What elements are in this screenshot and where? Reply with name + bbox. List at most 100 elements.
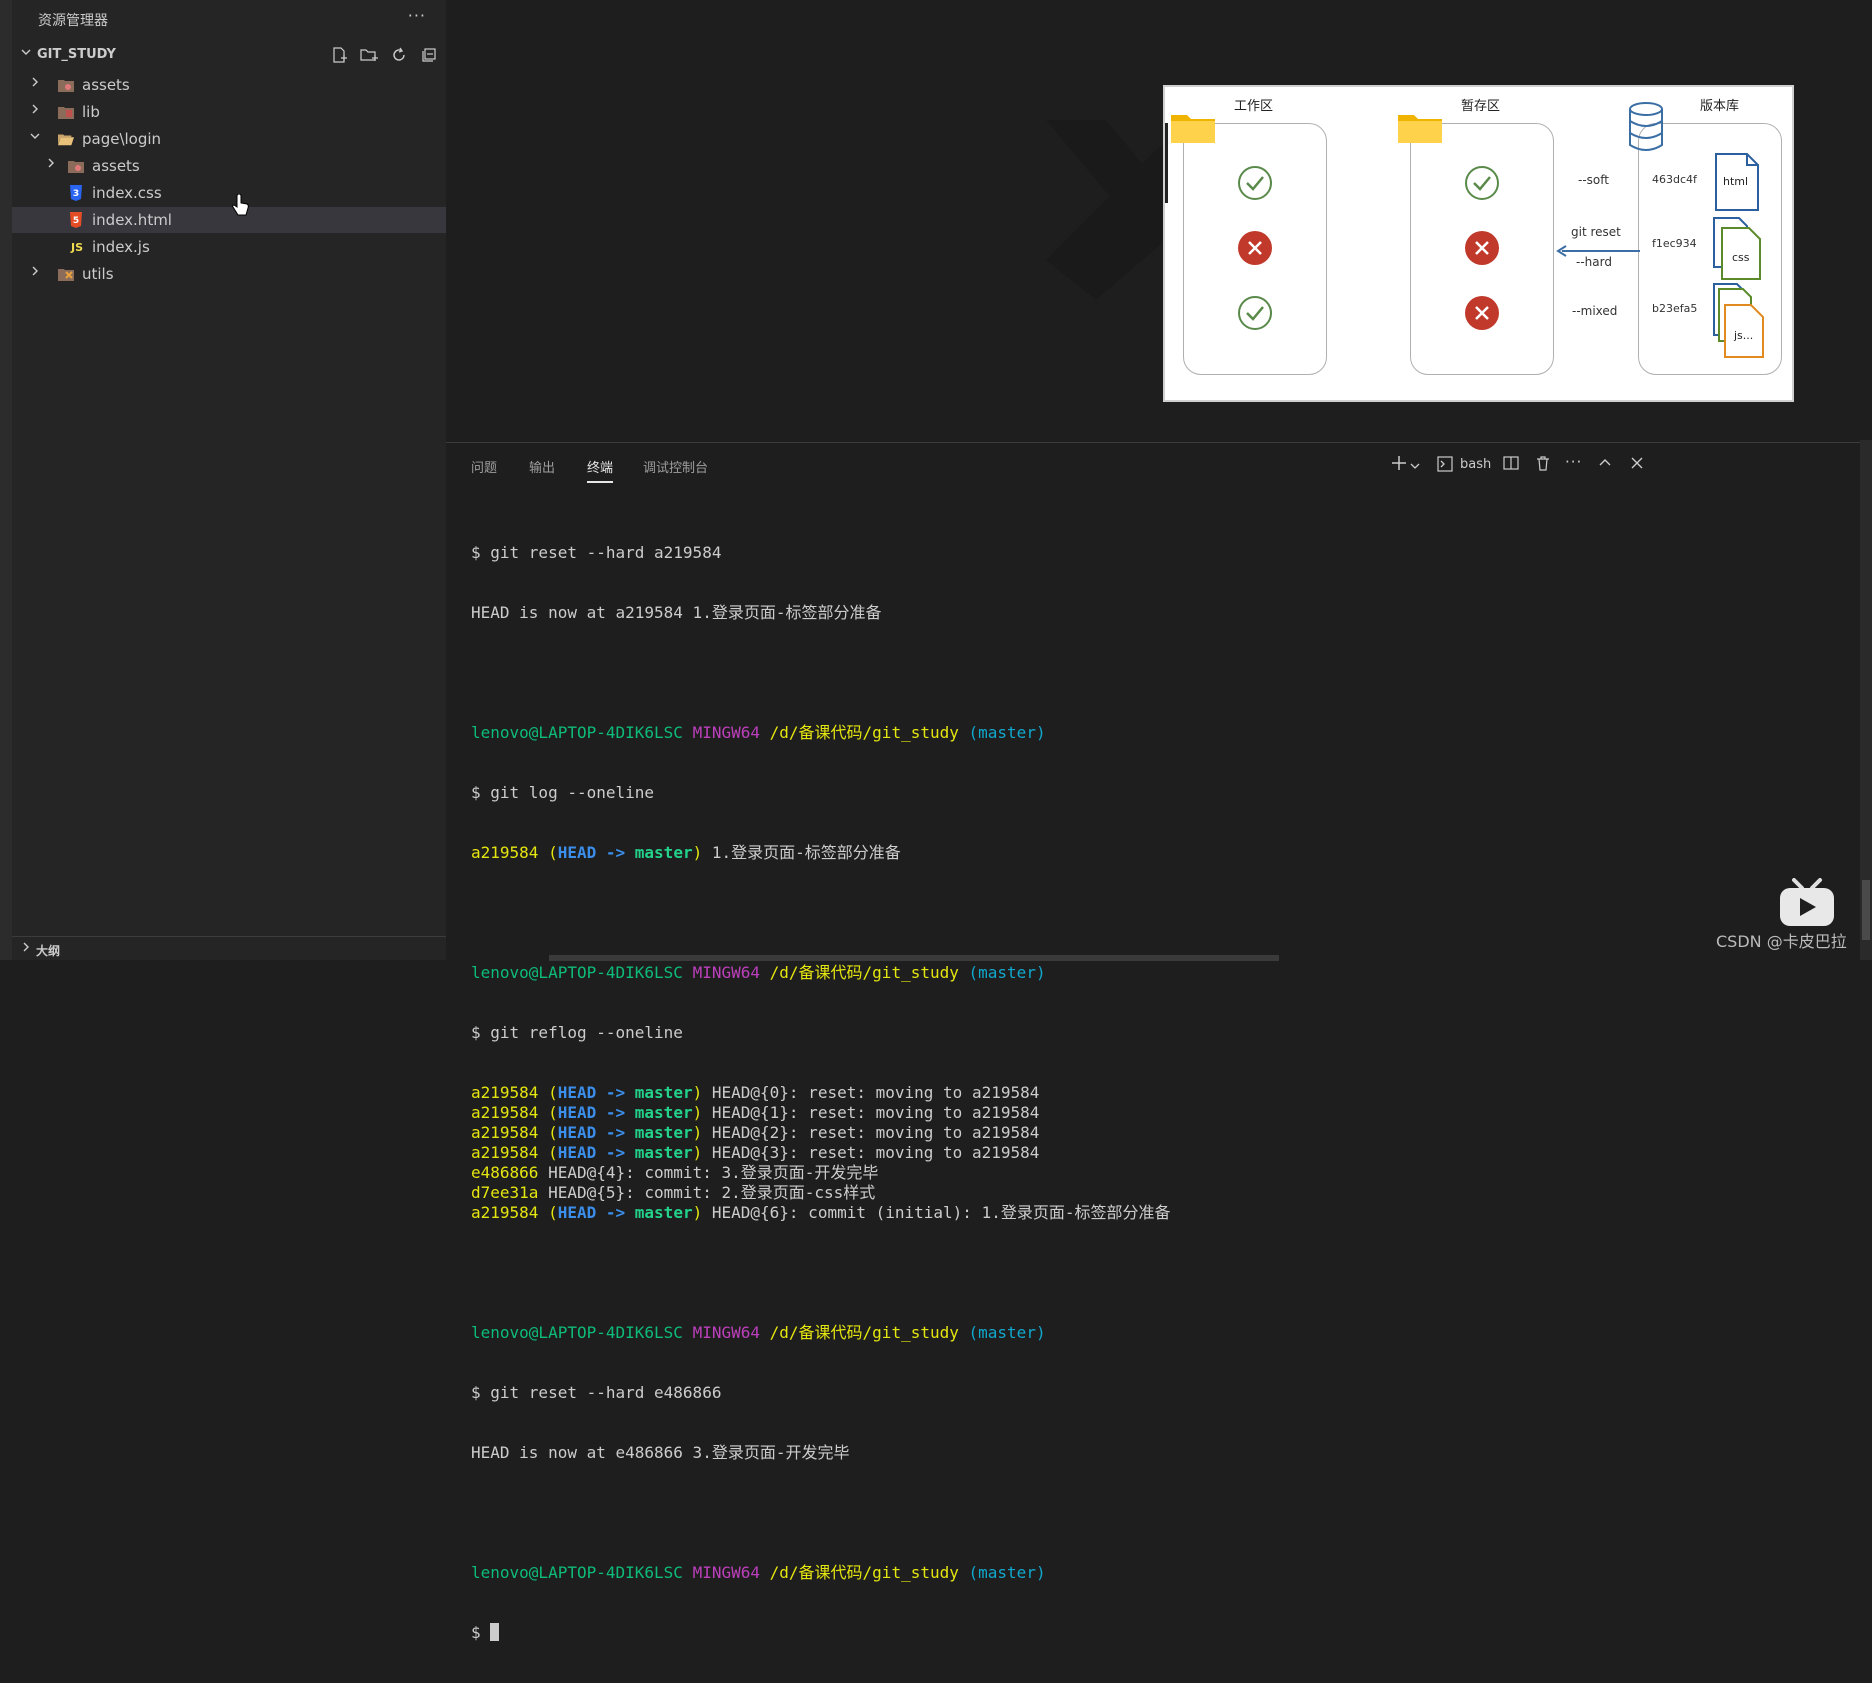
tab-debug-console[interactable]: 调试控制台 [643,457,708,476]
chevron-right-icon [29,103,41,118]
outline-section[interactable]: 大纲 [12,936,446,961]
trash-icon[interactable] [1535,455,1551,475]
tab-problems[interactable]: 问题 [471,457,497,476]
collapse-all-icon[interactable] [418,44,440,66]
tree-item-assets[interactable]: assets [12,153,446,179]
css-doc-icon: css [1713,217,1765,281]
chevron-right-icon [45,157,57,172]
log-line: a219584 (HEAD -> master) 1.登录页面-标签部分准备 [471,843,901,862]
bottom-panel: 问题 输出 终端 调试控制台 bash ··· $ git reset --ha… [446,442,1872,1642]
svg-text:5: 5 [73,216,79,226]
tree-item-index-css[interactable]: 3 index.css [12,180,446,206]
folder-utils-icon [58,266,74,282]
js-doc-icon: js... [1713,283,1769,359]
col-repo-title: 版本库 [1700,99,1740,114]
prompt-line: lenovo@LAPTOP-4DIK6LSC MINGW64 /d/备课代码/g… [471,723,1046,742]
new-folder-icon[interactable] [358,44,380,66]
commit-hash: b23efa5 [1652,302,1698,315]
hand-pointer-icon [232,193,250,222]
terminal-shell-name[interactable]: bash [1460,457,1491,472]
terminal-output[interactable]: $ git reset --hard a219584 HEAD is now a… [471,503,1170,1683]
explorer-title: 资源管理器 [38,13,108,29]
tree-item-label: assets [92,157,140,175]
soft-label: --soft [1578,173,1609,187]
css-file-icon: 3 [68,185,84,201]
folder-assets-icon [58,77,74,93]
svg-text:3: 3 [73,189,79,199]
prompt-line: lenovo@LAPTOP-4DIK6LSC MINGW64 /d/备课代码/g… [471,963,1046,982]
tree-item-label: index.js [92,238,150,256]
check-icon [1237,165,1273,205]
reflog-output: a219584 (HEAD -> master) HEAD@{0}: reset… [471,1083,1170,1223]
reflog-line: d7ee31a HEAD@{5}: commit: 2.登录页面-css样式 [471,1183,876,1202]
term-line: $ git log --oneline [471,783,655,802]
chevron-right-icon [29,265,41,280]
reflog-line: a219584 (HEAD -> master) HEAD@{0}: reset… [471,1083,1040,1102]
vertical-scrollbar[interactable] [1860,440,1872,960]
js-file-icon: JS [70,240,83,254]
project-name: GIT_STUDY [37,47,116,62]
reflog-line: a219584 (HEAD -> master) HEAD@{2}: reset… [471,1123,1040,1142]
project-header[interactable]: GIT_STUDY [12,44,446,68]
check-icon [1464,165,1500,205]
chevron-down-icon [20,46,32,61]
chevron-down-icon [29,130,41,145]
tree-item-lib[interactable]: lib [12,99,446,125]
close-icon[interactable] [1630,456,1644,474]
chevron-right-icon [20,941,32,956]
term-line: $ git reset --hard a219584 [471,543,722,562]
tree-item-page-login[interactable]: page\login [12,126,446,152]
hard-label: --hard [1576,255,1612,269]
tree-item-index-js[interactable]: JS index.js [12,234,446,260]
term-line: HEAD is now at a219584 1.登录页面-标签部分准备 [471,603,882,622]
git-reset-label: git reset [1571,225,1621,239]
folder-icon [1171,111,1215,147]
new-file-icon[interactable] [328,44,350,66]
csdn-watermark: CSDN @卡皮巴拉 [1716,932,1847,951]
tree-item-utils[interactable]: utils [12,261,446,287]
new-terminal-icon[interactable] [1390,454,1408,476]
tree-item-label: index.html [92,211,172,229]
reflog-line: a219584 (HEAD -> master) HEAD@{6}: commi… [471,1203,1171,1222]
reflog-line: a219584 (HEAD -> master) HEAD@{1}: reset… [471,1103,1040,1122]
col-staging-title: 暂存区 [1461,99,1501,114]
term-prompt: $ [471,1623,491,1642]
more-icon[interactable]: ··· [1565,453,1582,471]
folder-open-icon [58,131,74,147]
chevron-up-icon[interactable] [1598,456,1612,474]
html-doc-icon: html [1715,153,1759,211]
window-left-edge [0,0,12,960]
editor-area: 工作区 暂存区 版本库 --soft git reset --hard --mi… [446,0,1872,441]
explorer-sidebar: 资源管理器 ··· GIT_STUDY assets lib page\logi… [12,0,446,960]
tab-terminal[interactable]: 终端 [587,457,614,483]
cross-icon [1237,230,1273,270]
tree-item-assets[interactable]: assets [12,72,446,98]
col-workspace-title: 工作区 [1234,99,1274,114]
bilibili-tv-icon [1778,878,1836,934]
html-file-icon: 5 [68,212,84,228]
check-icon [1237,295,1273,335]
more-actions-button[interactable]: ··· [408,6,426,25]
git-reset-diagram: 工作区 暂存区 版本库 --soft git reset --hard --mi… [1163,85,1794,402]
tree-item-label: utils [82,265,114,283]
tree-item-label: assets [82,76,130,94]
tree-item-index-html[interactable]: 5 index.html [12,207,446,233]
split-terminal-icon[interactable] [1503,455,1519,475]
reflog-line: a219584 (HEAD -> master) HEAD@{3}: reset… [471,1143,1040,1162]
tree-item-label: index.css [92,184,162,202]
divider [1165,123,1168,203]
cross-icon [1464,295,1500,335]
folder-lib-icon [58,104,74,120]
chevron-down-icon[interactable] [1410,457,1420,475]
term-line: $ git reflog --oneline [471,1023,683,1042]
cross-icon [1464,230,1500,270]
chevron-right-icon [29,76,41,91]
reflog-line: e486866 HEAD@{4}: commit: 3.登录页面-开发完毕 [471,1163,879,1182]
term-line: HEAD is now at e486866 3.登录页面-开发完毕 [471,1443,850,1462]
horizontal-scrollbar[interactable] [549,955,1279,961]
outline-title: 大纲 [36,944,61,958]
folder-assets-icon [68,158,84,174]
tab-output[interactable]: 输出 [529,457,555,476]
prompt-line: lenovo@LAPTOP-4DIK6LSC MINGW64 /d/备课代码/g… [471,1563,1046,1582]
refresh-icon[interactable] [388,44,410,66]
